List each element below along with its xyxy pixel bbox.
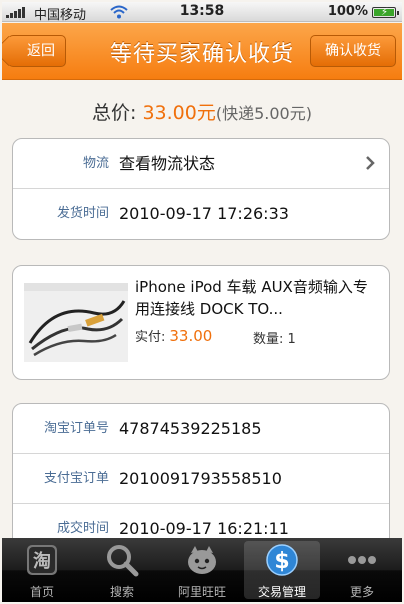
product-thumbnail [24,283,128,362]
tab-bar: 淘 首页 搜索 阿里旺旺 $ 交易管理 更多 [2,538,402,602]
alipay-order-value: 2010091793558510 [119,469,282,488]
taobao-order-value: 47874539225185 [119,419,262,438]
dollar-icon: $ [266,544,298,576]
tab-home[interactable]: 淘 首页 [4,541,80,599]
tab-wangwang[interactable]: 阿里旺旺 [164,541,240,599]
paid-value: 33.00 [169,327,213,345]
shipping-fee: (快递5.00元) [215,104,312,123]
quantity: 数量: 1 [253,332,296,347]
tab-more-label: 更多 [349,585,374,599]
svg-text:$: $ [274,549,289,574]
total-label: 总价: [92,102,143,124]
logistics-value: 查看物流状态 [119,154,216,173]
logistics-status-row[interactable]: 物流 查看物流状态 [13,139,389,189]
tab-trade-management[interactable]: $ 交易管理 [244,541,320,599]
taobao-logo-icon: 淘 [27,545,57,575]
tab-more[interactable]: 更多 [324,541,400,599]
status-bar: 中国移动 13:58 100% ⚡ [2,2,402,23]
battery-percent: 100% [327,4,368,19]
alipay-order-row: 支付宝订单 2010091793558510 [13,454,389,504]
tab-trade-management-label: 交易管理 [257,585,306,599]
logistics-label: 物流 [82,156,109,171]
battery-icon: ⚡ [372,7,399,18]
chevron-right-icon [366,156,375,170]
more-dots-icon [348,556,376,564]
taobao-order-label: 淘宝订单号 [43,421,109,436]
product-title: iPhone iPod 车载 AUX音频输入专用连接线 DOCK TO... [135,278,368,318]
paid-amount: 实付: 33.00 [135,326,212,345]
tab-search[interactable]: 搜索 [84,541,160,599]
ship-time-value: 2010-09-17 17:26:33 [119,204,289,223]
taobao-order-row: 淘宝订单号 47874539225185 [13,404,389,454]
product-card[interactable]: iPhone iPod 车载 AUX音频输入专用连接线 DOCK TO... 实… [12,265,390,380]
tab-search-label: 搜索 [109,585,134,599]
confirm-receipt-button[interactable]: 确认收货 [310,35,396,67]
wangwang-icon [188,546,216,574]
logistics-card: 物流 查看物流状态 发货时间 2010-09-17 17:26:33 [12,138,390,240]
tab-wangwang-label: 阿里旺旺 [177,585,226,599]
ship-time-label: 发货时间 [56,206,109,221]
ship-time-row: 发货时间 2010-09-17 17:26:33 [13,189,389,239]
alipay-order-label: 支付宝订单 [43,471,109,486]
total-price: 33.00元 [142,102,216,124]
search-icon [107,545,139,577]
nav-bar: 返回 等待买家确认收货 确认收货 [2,23,402,80]
tab-home-label: 首页 [29,585,54,599]
app-frame: 中国移动 13:58 100% ⚡ 返回 等待买家确认收货 确认收货 总价: 3… [2,2,402,602]
order-total: 总价: 33.00元(快递5.00元) [2,98,402,125]
svg-text:淘: 淘 [33,550,51,572]
paid-label: 实付: [135,330,166,345]
